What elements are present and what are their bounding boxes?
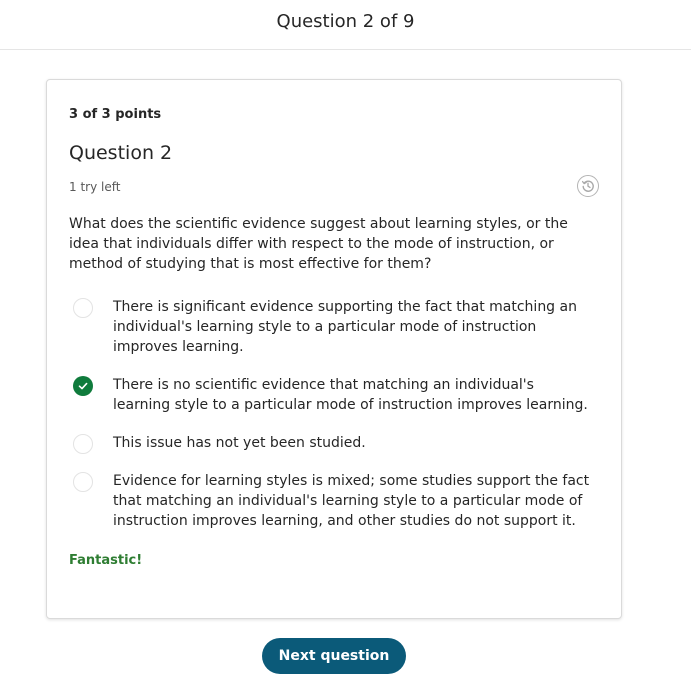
history-icon: [581, 180, 594, 192]
history-button[interactable]: [577, 175, 599, 197]
answer-option-label: There is significant evidence supporting…: [113, 299, 577, 355]
page-header: Question 2 of 9: [0, 0, 691, 50]
radio-unchecked[interactable]: [73, 298, 93, 318]
question-prompt: What does the scientific evidence sugges…: [69, 216, 568, 272]
points-label: 3 of 3 points: [69, 107, 162, 122]
question-card: 3 of 3 points Question 2 1 try left What…: [46, 79, 622, 619]
radio-checked[interactable]: [73, 376, 93, 396]
feedback-message: Fantastic!: [69, 553, 143, 568]
answer-option-label: Evidence for learning styles is mixed; s…: [113, 473, 590, 529]
question-title: Question 2: [69, 142, 173, 164]
radio-unchecked[interactable]: [73, 434, 93, 454]
next-question-button[interactable]: Next question: [262, 638, 406, 674]
tries-left-label: 1 try left: [69, 180, 121, 194]
answer-option-label: This issue has not yet been studied.: [113, 435, 366, 451]
page-title: Question 2 of 9: [276, 11, 415, 32]
radio-unchecked[interactable]: [73, 472, 93, 492]
checkmark-icon: [78, 382, 88, 390]
answer-option-label: There is no scientific evidence that mat…: [113, 377, 588, 413]
